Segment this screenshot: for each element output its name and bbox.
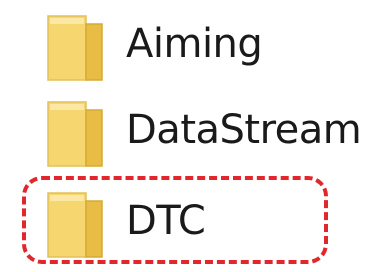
folder-icon (47, 101, 103, 167)
folder-list: Aiming DataStream DTC (0, 0, 376, 272)
folder-label: DataStream (126, 107, 362, 153)
folder-label: Aiming (126, 21, 263, 67)
folder-item-datastream[interactable]: DataStream (0, 92, 376, 172)
folder-icon (47, 15, 103, 81)
folder-item-aiming[interactable]: Aiming (0, 6, 376, 86)
highlight-box (22, 176, 328, 264)
